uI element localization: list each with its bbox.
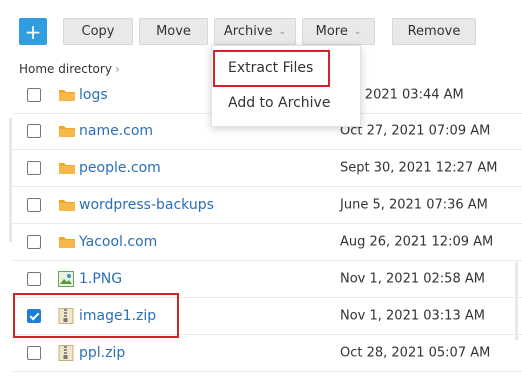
file-name-link[interactable]: wordpress-backups xyxy=(79,197,214,213)
folder-icon xyxy=(58,123,76,139)
file-checkbox[interactable] xyxy=(27,235,41,249)
selected-file-highlight xyxy=(13,293,179,338)
remove-button-label: Remove xyxy=(407,24,461,39)
file-name-link[interactable]: Yacool.com xyxy=(79,234,157,250)
file-modified-date: Nov 1, 2021 02:58 AM xyxy=(340,271,485,287)
copy-button-label: Copy xyxy=(81,24,115,39)
folder-icon xyxy=(58,197,76,213)
file-modified-date: Oct 27, 2021 07:09 AM xyxy=(340,123,491,139)
file-modified-date: Aug 26, 2021 12:09 AM xyxy=(340,234,494,250)
menu-item-add-to-archive[interactable]: Add to Archive xyxy=(212,88,360,118)
file-checkbox[interactable] xyxy=(27,198,41,212)
file-row[interactable]: Yacool.com Aug 26, 2021 12:09 AM xyxy=(12,224,522,261)
chevron-down-icon: ⌄ xyxy=(353,26,362,37)
more-button-label: More xyxy=(315,24,348,39)
copy-button[interactable]: Copy xyxy=(63,18,133,45)
file-checkbox[interactable] xyxy=(27,161,41,175)
zip-file-icon xyxy=(58,345,76,361)
file-name-link[interactable]: people.com xyxy=(79,160,161,176)
image-file-icon xyxy=(58,271,76,287)
file-modified-date: Sept 30, 2021 12:27 AM xyxy=(340,160,498,176)
file-name-link[interactable]: logs xyxy=(79,87,108,103)
breadcrumb-home-link[interactable]: Home directory xyxy=(19,62,112,76)
file-row[interactable]: ppl.zip Oct 28, 2021 05:07 AM xyxy=(12,335,522,372)
breadcrumb-separator: › xyxy=(114,62,120,76)
file-name-link[interactable]: ppl.zip xyxy=(79,345,125,361)
file-checkbox[interactable] xyxy=(27,346,41,360)
file-row[interactable]: people.com Sept 30, 2021 12:27 AM xyxy=(12,150,522,187)
file-name-link[interactable]: name.com xyxy=(79,123,153,139)
remove-button[interactable]: Remove xyxy=(392,18,476,45)
toolbar: + Copy Move Archive ⌄ More ⌄ Remove xyxy=(0,18,522,45)
chevron-down-icon: ⌄ xyxy=(278,26,287,37)
file-checkbox[interactable] xyxy=(27,88,41,102)
extract-files-highlight xyxy=(213,50,330,87)
archive-button-label: Archive xyxy=(223,24,273,39)
file-modified-date: June 5, 2021 07:36 AM xyxy=(340,197,488,213)
file-name-link[interactable]: 1.PNG xyxy=(79,271,122,287)
folder-icon xyxy=(58,234,76,250)
file-modified-date: Oct 28, 2021 05:07 AM xyxy=(340,345,491,361)
folder-icon xyxy=(58,87,76,103)
plus-icon: + xyxy=(24,19,42,44)
folder-icon xyxy=(58,160,76,176)
more-button[interactable]: More ⌄ xyxy=(302,18,375,45)
add-button[interactable]: + xyxy=(19,18,47,45)
file-checkbox[interactable] xyxy=(27,272,41,286)
file-checkbox[interactable] xyxy=(27,124,41,138)
move-button-label: Move xyxy=(156,24,191,39)
breadcrumb: Home directory › xyxy=(19,62,120,76)
file-row[interactable]: wordpress-backups June 5, 2021 07:36 AM xyxy=(12,187,522,224)
move-button[interactable]: Move xyxy=(139,18,208,45)
file-modified-date: Nov 1, 2021 03:13 AM xyxy=(340,308,485,324)
archive-button[interactable]: Archive ⌄ xyxy=(214,18,296,45)
